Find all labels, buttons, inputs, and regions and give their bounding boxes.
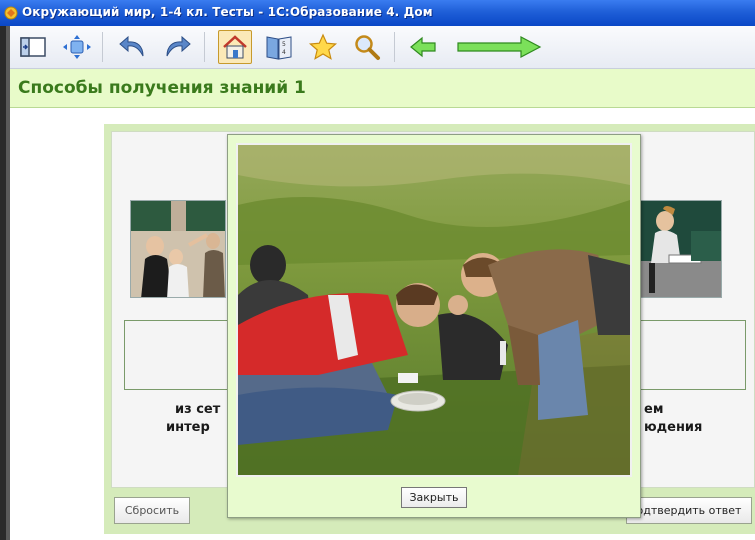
home-icon <box>223 35 247 59</box>
window-title: Окружающий мир, 1-4 кл. Тесты - 1С:Образ… <box>22 5 433 19</box>
move-icon <box>63 35 91 59</box>
move-button[interactable] <box>60 30 94 64</box>
contents-book-icon: 5 4 <box>266 36 292 60</box>
back-button[interactable] <box>406 30 440 64</box>
search-button[interactable] <box>350 30 384 64</box>
task-photo-right[interactable] <box>640 200 722 298</box>
window-title-bar[interactable]: Окружающий мир, 1-4 кл. Тесты - 1С:Образ… <box>0 0 755 26</box>
forward-arrow-icon <box>457 36 542 58</box>
caption-right-line2: юдения <box>644 420 703 435</box>
search-icon <box>355 35 380 60</box>
forward-button[interactable] <box>454 30 544 64</box>
toolbar: 5 4 <box>10 26 755 69</box>
caption-left-line2: интер <box>166 420 210 435</box>
undo-icon <box>119 35 144 57</box>
caption-right-line1: ем <box>644 402 664 417</box>
reset-button[interactable]: Сбросить <box>114 497 190 524</box>
lesson-header: Способы получения знаний 1 <box>10 69 755 108</box>
redo-button[interactable] <box>160 30 194 64</box>
home-button[interactable] <box>218 30 252 64</box>
answer-drop-zone-left[interactable] <box>124 320 228 390</box>
lesson-title: Способы получения знаний 1 <box>18 78 306 98</box>
classroom-photo-image <box>131 201 225 297</box>
caption-left-line1: из сет <box>175 402 221 417</box>
svg-text:5: 5 <box>282 41 286 48</box>
close-popup-button[interactable]: Закрыть <box>401 487 467 508</box>
reading-photo-image <box>641 201 721 297</box>
panel-toggle-icon <box>20 37 46 57</box>
answer-drop-zone-right[interactable] <box>640 320 746 390</box>
panel-toggle-button[interactable] <box>16 30 50 64</box>
favorites-star-icon <box>308 33 338 60</box>
svg-text:4: 4 <box>282 49 286 56</box>
undo-button[interactable] <box>116 30 150 64</box>
task-photo-left[interactable] <box>130 200 226 298</box>
app-icon <box>4 6 18 20</box>
popup-photo <box>236 143 632 477</box>
redo-icon <box>166 35 191 57</box>
back-arrow-icon <box>410 36 436 58</box>
confirm-answer-button[interactable]: одтвердить ответ <box>626 497 752 524</box>
field-observation-photo-image <box>238 145 630 475</box>
favorites-button[interactable] <box>306 30 340 64</box>
contents-button[interactable]: 5 4 <box>262 30 296 64</box>
